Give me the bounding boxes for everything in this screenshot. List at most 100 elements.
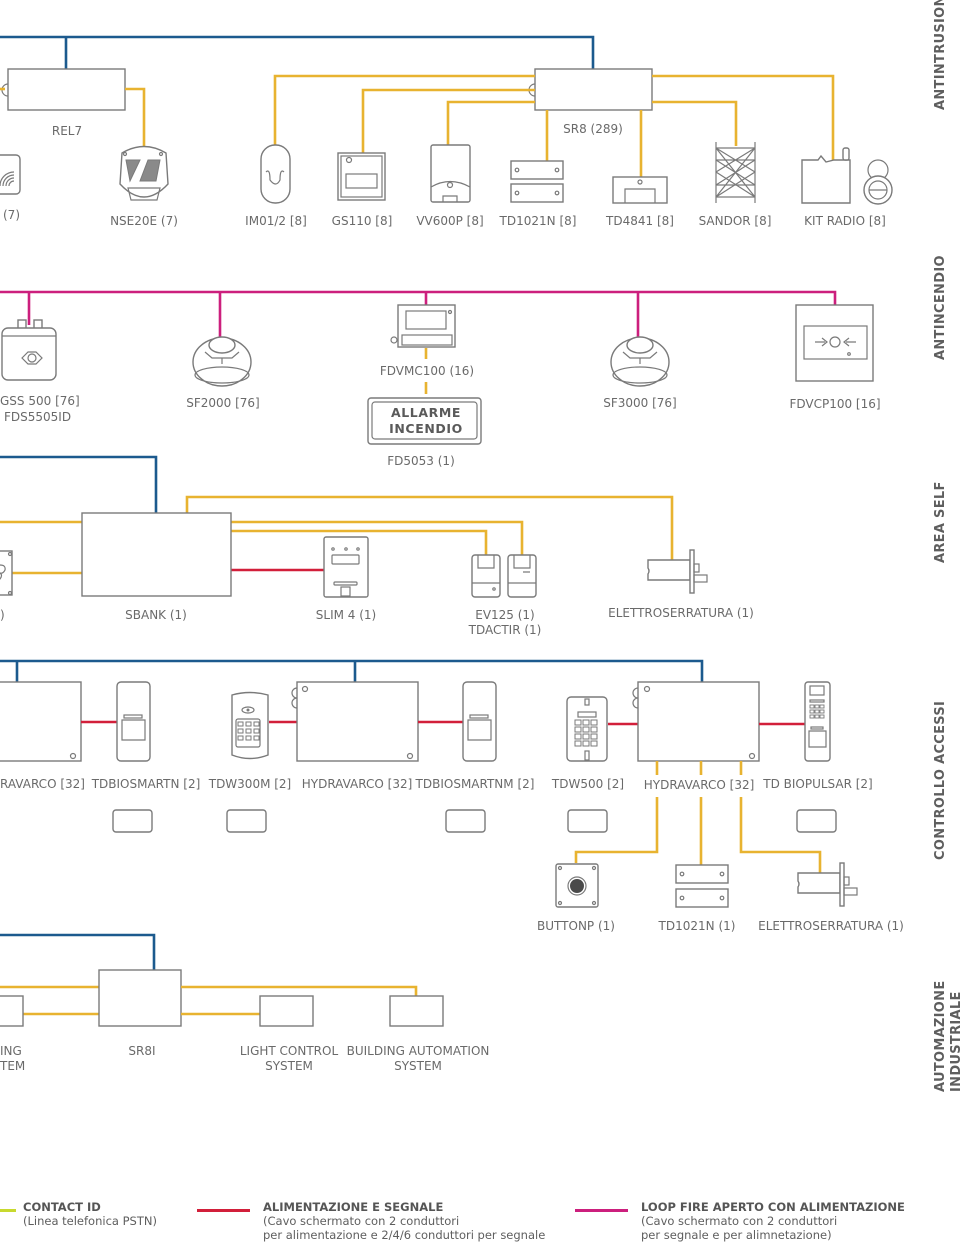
keypad-reader-icon (566, 696, 608, 762)
label-cut-left-antintrusione: (7) (3, 208, 20, 222)
vibration-sensor-icon (715, 142, 756, 203)
biopulsar-reader-icon (804, 681, 831, 762)
hydravarco-connector (291, 687, 298, 709)
fire-loop-line (0, 290, 837, 305)
alarm-text-line2: INCENDIO (389, 421, 463, 436)
legend-title: CONTACT ID (23, 1200, 101, 1214)
push-button-icon (555, 863, 599, 908)
motion-detector-icon (260, 144, 291, 204)
sbank-device (81, 512, 232, 597)
label-ev125: EV125 (1) (475, 608, 535, 622)
label-bas-line1: BUILDING AUTOMATION (347, 1044, 490, 1058)
label-fd5053: FD5053 (1) (387, 454, 455, 468)
hydravarco-left-device (0, 681, 82, 762)
legend-desc: per segnale e per alimnetazione) (641, 1228, 832, 1242)
biometric-reader-icon (462, 681, 497, 762)
label-buttonp: BUTTONP (1) (537, 919, 615, 933)
section-title-automazione-line1: AUTOMAZIONE (933, 980, 948, 1092)
label-sbank: SBANK (1) (125, 608, 187, 622)
label-td1021n: TD1021N [8] (499, 214, 577, 228)
bus-line-area-self (0, 455, 158, 513)
card-icon (796, 809, 837, 833)
section-controllo-accessi: RAVARCO [32] TDBIOSMARTN [2] TDW300M [2] (0, 659, 948, 933)
cut-system-device (0, 995, 24, 1027)
label-slim4: SLIM 4 (1) (316, 608, 376, 622)
legend-title: LOOP FIRE APERTO CON ALIMENTAZIONE (641, 1200, 905, 1214)
wiring-diagram: REL7 SR8 (289) (7) NSE20E (7) IM01/2 [8]… (0, 0, 960, 1092)
hydravarco-right-device (637, 681, 760, 762)
label-td4841: TD4841 [8] (605, 214, 674, 228)
light-control-device (259, 995, 314, 1027)
label-light-control-line1: LIGHT CONTROL (240, 1044, 339, 1058)
label-nse20e: NSE20E (7) (110, 214, 178, 228)
ev125-reader-icon (471, 554, 501, 598)
label-elettroserratura-self: ELETTROSERRATURA (1) (608, 606, 754, 620)
gas-detector-icon (1, 319, 57, 381)
label-td-biopulsar: TD BIOPULSAR [2] (762, 777, 873, 791)
label-tdactir: TDACTIR (1) (468, 623, 542, 637)
alarm-text-line1: ALLARME (391, 405, 461, 420)
section-area-self: ) SBANK (1) SLIM 4 (1) EV125 (1) TDACTIR… (0, 455, 948, 637)
legend-swatch-loop-fire (575, 1209, 628, 1212)
siren-icon (119, 145, 169, 201)
label-fdvcp100: FDVCP100 [16] (789, 397, 880, 411)
section-title-antintrusione: ANTINTRUSIONE (933, 0, 948, 110)
rel7-device (7, 68, 126, 111)
label-rel7: REL7 (52, 124, 82, 138)
section-antintrusione: REL7 SR8 (289) (7) NSE20E (7) IM01/2 [8]… (0, 0, 948, 228)
io-module-icon (390, 304, 456, 348)
radio-sensor-icon (0, 154, 21, 195)
label-hydravarco-right: HYDRAVARCO [32] (644, 778, 755, 792)
label-tdw500: TDW500 [2] (551, 777, 624, 791)
wire-sr8-vv600p (446, 100, 535, 146)
smoke-detector-icon (610, 336, 670, 387)
label-cut-system-line1: ING (0, 1044, 22, 1058)
fire-loop-drops (27, 292, 640, 338)
label-gs110: GS110 [8] (332, 214, 393, 228)
electric-lock-icon (647, 549, 708, 594)
wire-sbank-elettroserratura (185, 495, 674, 560)
card-icon (567, 809, 608, 833)
label-light-control-line2: SYSTEM (265, 1059, 313, 1073)
manual-call-point-icon (795, 304, 874, 382)
wire-rel7-nse20e (125, 87, 146, 146)
label-fds5505id: FDS5505ID (4, 410, 71, 424)
slim4-keypad-icon (323, 536, 369, 598)
bus-line-automazione (0, 933, 156, 970)
tdactir-reader-icon (507, 554, 537, 598)
section-title-area-self: AREA SELF (933, 481, 948, 563)
label-sf2000: SF2000 [76] (186, 396, 260, 410)
section-title-controllo-accessi: CONTROLLO ACCESSI (933, 701, 948, 860)
wire-sr8-sandor (652, 100, 738, 146)
electric-lock-icon (797, 862, 858, 907)
section-title-automazione-line2: INDUSTRIALE (949, 991, 960, 1092)
keypad-reader-icon (231, 691, 269, 760)
legend-item-contact-id: CONTACT ID (Linea telefonica PSTN) (0, 1200, 200, 1228)
label-vv600p: VV600P [8] (416, 214, 483, 228)
label-kit-radio: KIT RADIO [8] (804, 214, 886, 228)
legend-desc: (Cavo schermato con 2 conduttori (641, 1214, 838, 1228)
label-td1021n-access: TD1021N (1) (658, 919, 736, 933)
radio-kit-icon (801, 147, 893, 205)
label-tdbiosmartnm: TDBIOSMARTNM [2] (415, 777, 535, 791)
label-gss500: GSS 500 [76] (0, 394, 80, 408)
label-hydravarco-left: RAVARCO [32] (0, 777, 85, 791)
card-icon (226, 809, 267, 833)
legend-desc: (Linea telefonica PSTN) (23, 1214, 157, 1228)
building-automation-device (389, 995, 444, 1027)
magnetic-contact-icon (510, 160, 564, 203)
legend-swatch-alimentazione (197, 1209, 250, 1212)
biometric-reader-icon (116, 681, 151, 762)
legend-swatch-contact-id (0, 1209, 16, 1212)
label-elettroserratura-access: ELETTROSERRATURA (1) (758, 919, 904, 933)
glass-break-detector-icon (337, 152, 386, 201)
cut-device-icon (0, 550, 13, 596)
smoke-detector-icon (192, 336, 252, 387)
label-bas-line2: SYSTEM (394, 1059, 442, 1073)
floor-contact-icon (612, 176, 668, 204)
legend-item-loop-fire: LOOP FIRE APERTO CON ALIMENTAZIONE (Cavo… (575, 1200, 960, 1242)
label-hydravarco-mid: HYDRAVARCO [32] (302, 777, 413, 791)
legend-desc: per alimentazione e 2/4/6 conduttori per… (263, 1228, 546, 1242)
label-tdw300m: TDW300M [2] (208, 777, 292, 791)
label-cut-left-area-self: ) (0, 608, 5, 622)
